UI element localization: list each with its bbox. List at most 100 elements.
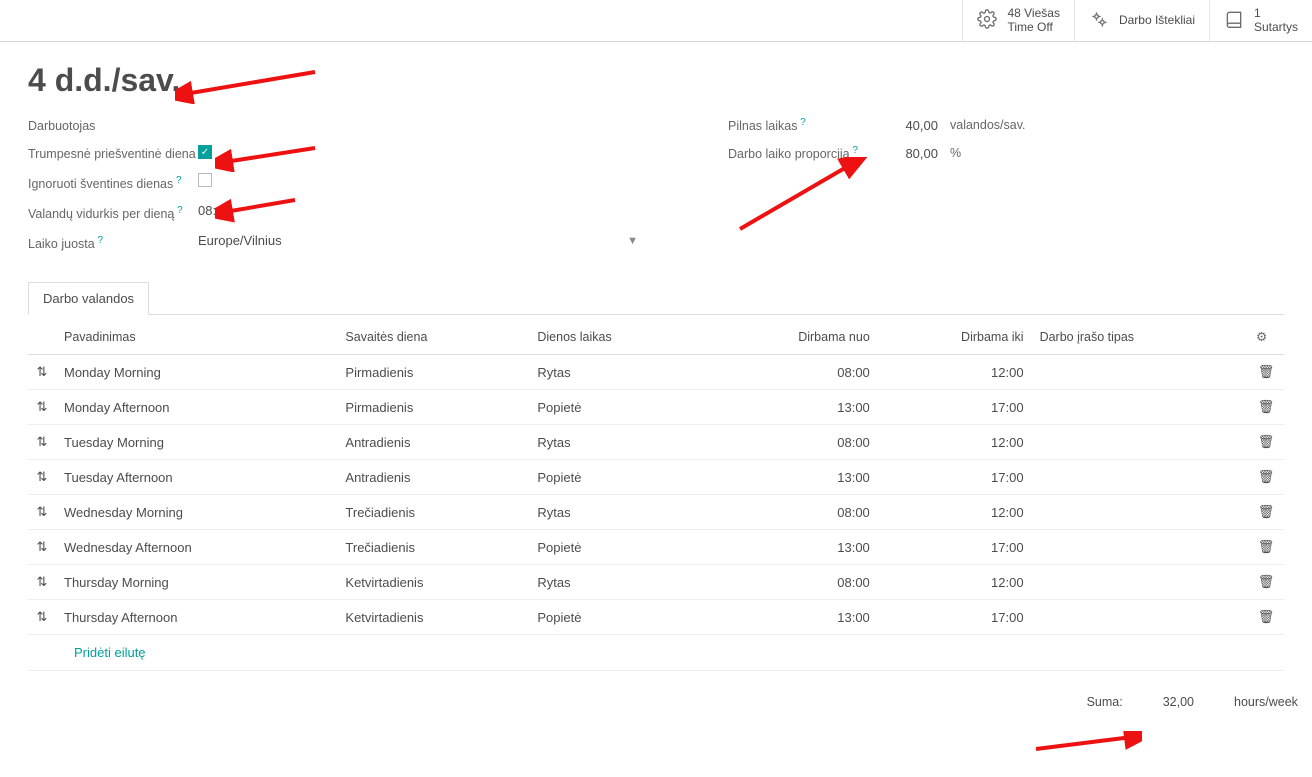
- avg-hours-label: Valandų vidurkis per dieną: [28, 207, 174, 221]
- cell-name[interactable]: Wednesday Morning: [56, 495, 337, 530]
- table-row[interactable]: ⇅Monday MorningPirmadienisRytas08:0012:0…: [28, 355, 1284, 390]
- timezone-select[interactable]: Europe/Vilnius ▼: [198, 233, 638, 248]
- col-to[interactable]: Dirbama iki: [878, 319, 1032, 355]
- proportion-value[interactable]: 80,00: [888, 146, 938, 161]
- cell-name[interactable]: Tuesday Morning: [56, 425, 337, 460]
- cell-weekday[interactable]: Ketvirtadienis: [337, 565, 529, 600]
- drag-handle-icon[interactable]: ⇅: [28, 460, 56, 495]
- cell-rectype[interactable]: [1032, 460, 1248, 495]
- cell-to[interactable]: 17:00: [878, 390, 1032, 425]
- cell-to[interactable]: 17:00: [878, 600, 1032, 635]
- cell-from[interactable]: 08:00: [706, 355, 878, 390]
- timeoff-label1: Viešas: [1024, 6, 1060, 20]
- cell-name[interactable]: Monday Morning: [56, 355, 337, 390]
- help-icon[interactable]: ?: [174, 205, 182, 216]
- ignore-holidays-checkbox[interactable]: [198, 173, 212, 187]
- cell-from[interactable]: 08:00: [706, 495, 878, 530]
- sum-value: 32,00: [1163, 695, 1194, 709]
- delete-row-button[interactable]: 🗑: [1248, 355, 1284, 390]
- cell-weekday[interactable]: Antradienis: [337, 460, 529, 495]
- delete-row-button[interactable]: 🗑: [1248, 600, 1284, 635]
- drag-handle-icon[interactable]: ⇅: [28, 495, 56, 530]
- drag-handle-icon[interactable]: ⇅: [28, 355, 56, 390]
- col-rectype[interactable]: Darbo įrašo tipas: [1032, 319, 1248, 355]
- cell-name[interactable]: Wednesday Afternoon: [56, 530, 337, 565]
- delete-row-button[interactable]: 🗑: [1248, 425, 1284, 460]
- cell-to[interactable]: 12:00: [878, 495, 1032, 530]
- cell-to[interactable]: 17:00: [878, 530, 1032, 565]
- drag-handle-icon[interactable]: ⇅: [28, 600, 56, 635]
- timeoff-label2: Time Off: [1007, 21, 1060, 35]
- cell-weekday[interactable]: Trečiadienis: [337, 530, 529, 565]
- add-line-link[interactable]: Pridėti eilutę: [28, 635, 1284, 671]
- table-row[interactable]: ⇅Wednesday MorningTrečiadienisRytas08:00…: [28, 495, 1284, 530]
- cell-name[interactable]: Thursday Morning: [56, 565, 337, 600]
- cell-rectype[interactable]: [1032, 425, 1248, 460]
- cell-rectype[interactable]: [1032, 495, 1248, 530]
- cell-daypart[interactable]: Rytas: [529, 495, 706, 530]
- cell-rectype[interactable]: [1032, 600, 1248, 635]
- delete-row-button[interactable]: 🗑: [1248, 530, 1284, 565]
- cell-rectype[interactable]: [1032, 565, 1248, 600]
- cell-from[interactable]: 13:00: [706, 390, 878, 425]
- cell-daypart[interactable]: Popietė: [529, 600, 706, 635]
- table-row[interactable]: ⇅Tuesday MorningAntradienisRytas08:0012:…: [28, 425, 1284, 460]
- help-icon[interactable]: ?: [850, 145, 858, 156]
- help-icon[interactable]: ?: [797, 117, 805, 128]
- cell-from[interactable]: 08:00: [706, 565, 878, 600]
- help-icon[interactable]: ?: [95, 235, 103, 246]
- tab-working-hours[interactable]: Darbo valandos: [28, 282, 149, 315]
- table-row[interactable]: ⇅Wednesday AfternoonTrečiadienisPopietė1…: [28, 530, 1284, 565]
- cell-name[interactable]: Monday Afternoon: [56, 390, 337, 425]
- delete-row-button[interactable]: 🗑: [1248, 460, 1284, 495]
- drag-handle-icon[interactable]: ⇅: [28, 530, 56, 565]
- cell-to[interactable]: 12:00: [878, 425, 1032, 460]
- full-time-value[interactable]: 40,00: [888, 118, 938, 133]
- cell-daypart[interactable]: Popietė: [529, 460, 706, 495]
- col-name[interactable]: Pavadinimas: [56, 319, 337, 355]
- col-from[interactable]: Dirbama nuo: [706, 319, 878, 355]
- resources-button[interactable]: Darbo Ištekliai: [1074, 0, 1209, 41]
- cell-rectype[interactable]: [1032, 390, 1248, 425]
- avg-hours-field[interactable]: 08:00: [198, 203, 668, 218]
- cell-weekday[interactable]: Antradienis: [337, 425, 529, 460]
- cell-daypart[interactable]: Popietė: [529, 390, 706, 425]
- cell-from[interactable]: 13:00: [706, 530, 878, 565]
- cell-rectype[interactable]: [1032, 355, 1248, 390]
- cell-weekday[interactable]: Trečiadienis: [337, 495, 529, 530]
- timeoff-button[interactable]: 48 Viešas Time Off: [962, 0, 1074, 41]
- col-daypart[interactable]: Dienos laikas: [529, 319, 706, 355]
- contracts-label: Sutartys: [1254, 21, 1298, 35]
- contracts-button[interactable]: 1 Sutartys: [1209, 0, 1312, 41]
- help-icon[interactable]: ?: [173, 175, 181, 186]
- cell-daypart[interactable]: Rytas: [529, 355, 706, 390]
- drag-handle-icon[interactable]: ⇅: [28, 425, 56, 460]
- table-row[interactable]: ⇅Tuesday AfternoonAntradienisPopietė13:0…: [28, 460, 1284, 495]
- table-row[interactable]: ⇅Thursday MorningKetvirtadienisRytas08:0…: [28, 565, 1284, 600]
- cell-from[interactable]: 08:00: [706, 425, 878, 460]
- cell-to[interactable]: 12:00: [878, 565, 1032, 600]
- table-row[interactable]: ⇅Thursday AfternoonKetvirtadienisPopietė…: [28, 600, 1284, 635]
- cell-daypart[interactable]: Rytas: [529, 425, 706, 460]
- cell-weekday[interactable]: Pirmadienis: [337, 355, 529, 390]
- delete-row-button[interactable]: 🗑: [1248, 565, 1284, 600]
- settings-icon[interactable]: ⚙: [1256, 330, 1267, 344]
- drag-handle-icon[interactable]: ⇅: [28, 565, 56, 600]
- shorter-preholiday-checkbox[interactable]: ✓: [198, 145, 212, 159]
- drag-handle-icon[interactable]: ⇅: [28, 390, 56, 425]
- cell-to[interactable]: 17:00: [878, 460, 1032, 495]
- cell-name[interactable]: Thursday Afternoon: [56, 600, 337, 635]
- cell-name[interactable]: Tuesday Afternoon: [56, 460, 337, 495]
- cell-to[interactable]: 12:00: [878, 355, 1032, 390]
- cell-weekday[interactable]: Pirmadienis: [337, 390, 529, 425]
- cell-daypart[interactable]: Rytas: [529, 565, 706, 600]
- cell-daypart[interactable]: Popietė: [529, 530, 706, 565]
- cell-from[interactable]: 13:00: [706, 460, 878, 495]
- delete-row-button[interactable]: 🗑: [1248, 495, 1284, 530]
- delete-row-button[interactable]: 🗑: [1248, 390, 1284, 425]
- cell-from[interactable]: 13:00: [706, 600, 878, 635]
- table-row[interactable]: ⇅Monday AfternoonPirmadienisPopietė13:00…: [28, 390, 1284, 425]
- col-weekday[interactable]: Savaitės diena: [337, 319, 529, 355]
- cell-weekday[interactable]: Ketvirtadienis: [337, 600, 529, 635]
- cell-rectype[interactable]: [1032, 530, 1248, 565]
